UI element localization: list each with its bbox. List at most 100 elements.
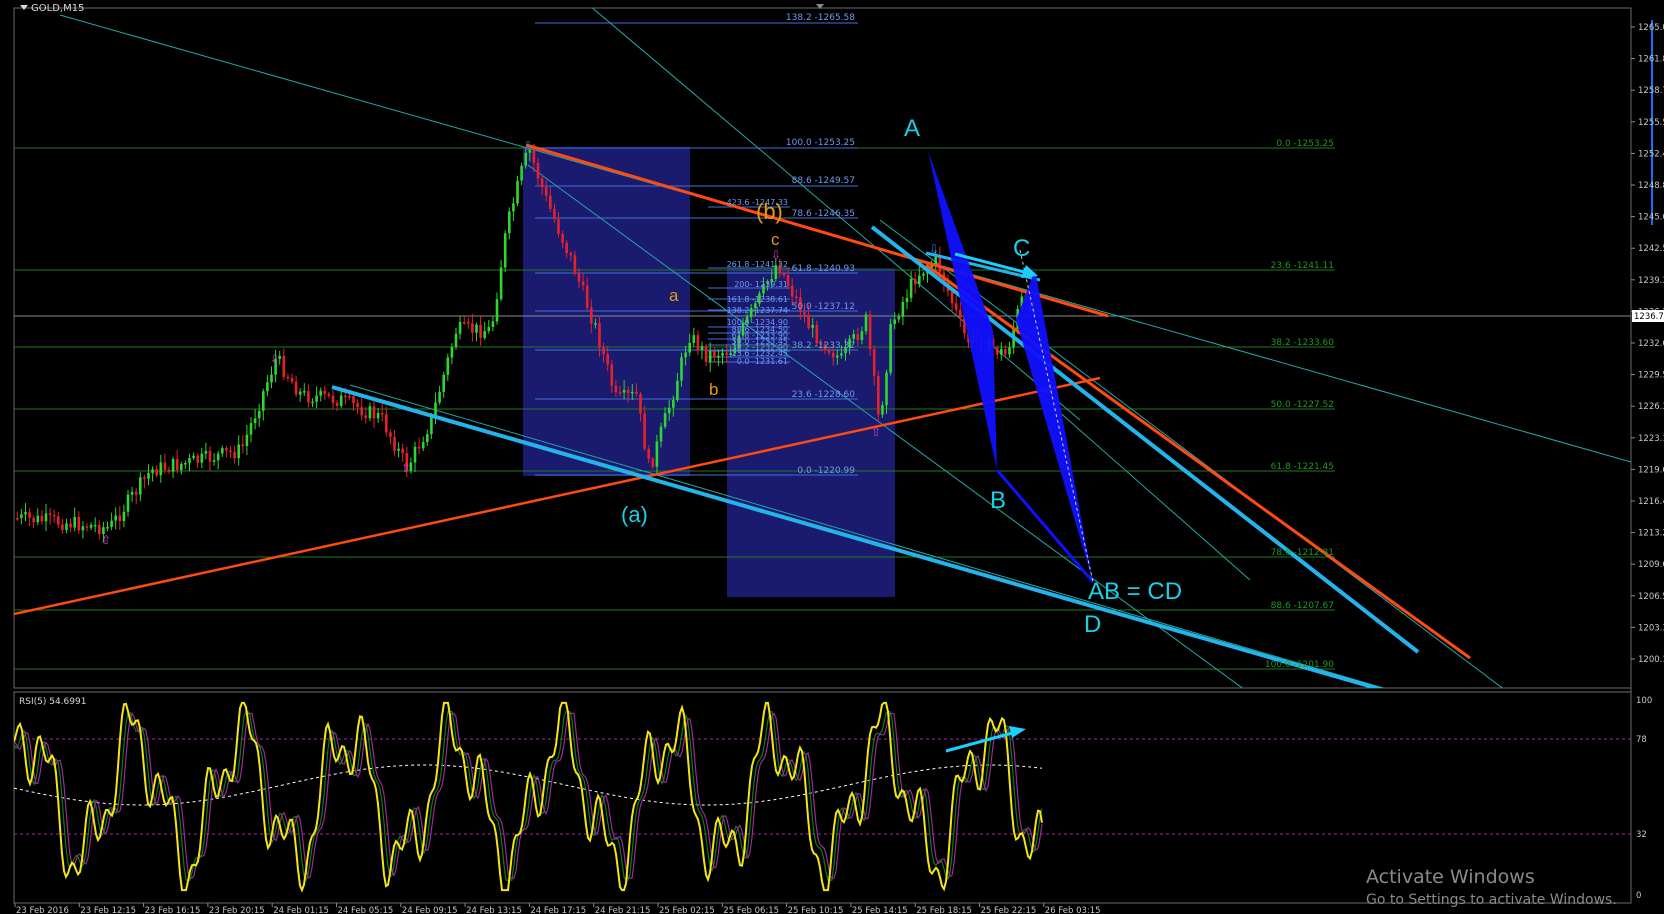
price-label: 1213.2 [1638,529,1664,539]
trendline-decline-red[interactable] [925,263,1471,660]
wave-label-b: b [709,380,718,399]
candle-body [864,314,868,332]
candle-body [237,444,240,459]
candle-body [803,312,806,315]
candle-body [368,406,372,419]
svg-text:0.0 -1220.99: 0.0 -1220.99 [797,466,855,476]
candle-body [139,477,142,495]
wave-label-a: a [669,286,679,305]
candle-body [540,178,544,188]
price-label: 1200.1 [1638,655,1664,665]
candle-body [831,352,835,358]
candle-body [590,307,593,324]
time-label: 25 Feb 06:15 [723,906,779,914]
candle-body [913,278,917,285]
wave-label-B: B [990,487,1006,514]
candle-body [180,463,183,471]
candle-body [20,514,23,519]
candle-body [48,513,52,515]
candle-body [877,375,880,415]
candle-body [335,402,339,406]
wave-label-a-paren: (a) [621,502,648,527]
svg-text:0.0 -1253.25: 0.0 -1253.25 [1276,139,1334,149]
activate-windows-watermark: Activate Windows Go to Settings to activ… [1366,866,1617,908]
time-axis[interactable]: 23 Feb 2016 23 Feb 12:15 23 Feb 16:15 23 Fe… [14,903,1101,914]
candle-body [434,402,437,416]
time-label: 24 Feb 17:15 [530,906,586,914]
candle-body [36,515,40,523]
candle-body [81,526,85,531]
candle-body [385,414,388,433]
candle-body [659,426,663,442]
candle-body [315,395,318,402]
candle-body [684,352,687,358]
candle-body [204,450,208,454]
candle-body [188,458,191,463]
rsi-line[interactable] [14,701,1043,893]
candle-body [89,524,93,528]
candle-body [266,382,269,392]
candle-body [294,381,298,395]
candle-body [32,517,35,523]
candle-body [376,412,380,419]
candle-body [503,233,507,268]
candle-body [319,390,322,396]
candle-body [881,405,884,415]
candle-body [811,324,814,328]
chart-canvas[interactable]: ⇧ ⇩ ⇧ ⇩ ⇩ ⇧ ⇩ 0.0 -1253.25 23.6 -1241.11… [0,0,1664,914]
candle-body [393,436,396,451]
time-label: 24 Feb 21:15 [595,906,651,914]
candle-body [622,390,626,393]
time-label: 23 Feb 16:15 [145,906,201,914]
candle-body [413,446,417,463]
candle-body [257,410,261,419]
candle-body [508,211,511,234]
svg-text:⇩: ⇩ [929,242,939,256]
candle-body [647,448,650,459]
chevron-down-icon[interactable] [20,5,28,10]
rsi-ma-purple [14,712,1043,879]
candle-body [918,275,921,285]
candle-body [995,347,999,355]
candle-body [16,518,19,520]
time-label: 23 Feb 20:15 [209,906,265,914]
candle-body [155,469,158,476]
candle-body [352,396,355,404]
candle-body [499,267,503,300]
svg-text:161.8 -1238.61: 161.8 -1238.61 [727,295,788,304]
window-title[interactable]: GOLD,M15 [20,3,84,14]
price-axis[interactable]: 1265.0 1261.8 1258.7 1255.5 1252.4 1248.8 1245… [1631,23,1664,665]
svg-text:50.0 -1237.12: 50.0 -1237.12 [792,302,855,312]
wave-label-b-paren: (b) [756,199,783,224]
candle-body [725,352,728,355]
candle-body [356,403,359,408]
candle-body [667,407,671,414]
candle-body [421,442,425,449]
price-label: 1242.5 [1638,244,1664,254]
svg-text:0.0 -1231.61: 0.0 -1231.61 [737,357,788,366]
candle-body [663,413,667,427]
price-label: 1245.6 [1638,213,1664,223]
candle-body [549,195,552,209]
candle-body [151,469,154,474]
candle-body [450,346,454,358]
candle-body [57,516,60,525]
candle-body [950,291,954,304]
rsi-title: RSI(5) 54.6991 [19,697,87,707]
candle-body [216,453,220,461]
candle-body [836,355,839,358]
candle-body [487,326,491,332]
time-label: 25 Feb 18:15 [916,906,972,914]
fib-right-labels: 0.0 -1253.25 23.6 -1241.11 38.2 -1233.60… [1265,139,1334,670]
candle-body [553,208,556,220]
svg-text:38.2 -1233.60: 38.2 -1233.60 [1271,338,1335,348]
candle-body [717,355,720,358]
candle-body [262,391,265,411]
candle-body [651,458,655,467]
svg-text:78.6 -1212.81: 78.6 -1212.81 [1271,548,1334,558]
candle-body [795,296,798,298]
candle-body [676,380,679,400]
candle-body [807,314,810,328]
candle-body [380,412,384,415]
price-label: 1219.6 [1638,465,1664,475]
